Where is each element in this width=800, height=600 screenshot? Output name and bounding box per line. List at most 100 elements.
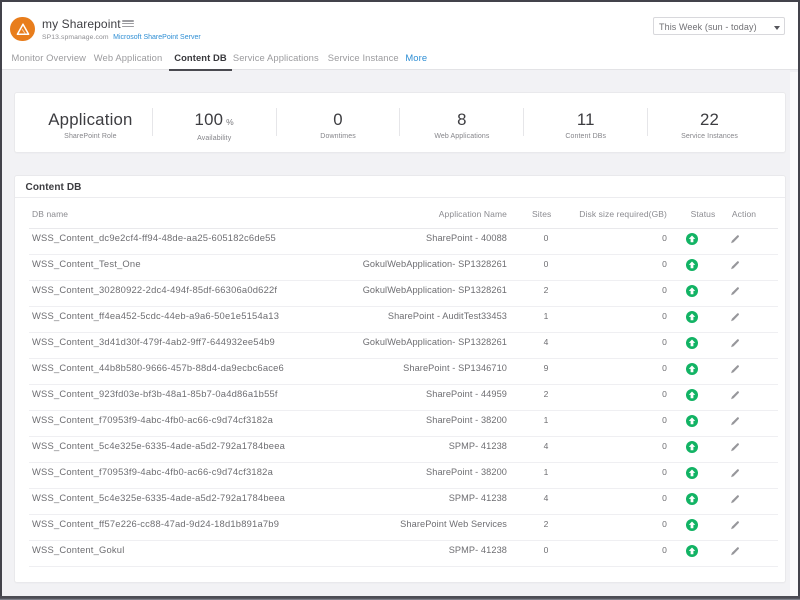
tab-service-instance[interactable]: Service Instance: [323, 48, 404, 71]
edit-pencil-icon[interactable]: [729, 337, 740, 348]
table-row: WSS_Content_ff4ea452-5cdc-44eb-a9a6-50e1…: [29, 306, 778, 332]
edit-pencil-icon[interactable]: [729, 545, 740, 556]
cell-db-name: WSS_Content_f70953f9-4abc-4fb0-ac66-c9d7…: [29, 462, 404, 488]
scrollbar-gutter: [790, 72, 798, 596]
cell-sites: 2: [532, 384, 564, 410]
cell-sites: 4: [532, 488, 564, 514]
cell-action: [722, 228, 778, 254]
status-up-icon: [686, 285, 698, 297]
table-row: WSS_Content_923fd03e-bf3b-48a1-85b7-0a4d…: [29, 384, 778, 410]
edit-pencil-icon[interactable]: [729, 415, 740, 426]
cell-sites: 1: [532, 306, 564, 332]
cell-db-name: WSS_Content_44b8b580-9666-457b-88d4-da9e…: [29, 358, 404, 384]
page-title: my Sharepoint: [42, 17, 121, 31]
cell-status: [670, 540, 722, 566]
cell-sites: 1: [532, 410, 564, 436]
table-row: WSS_Content_3d41d30f-479f-4ab2-9ff7-6449…: [29, 332, 778, 358]
cell-application-name: SPMP- 41238: [404, 436, 532, 462]
application-name-text: SPMP- 41238: [449, 437, 507, 456]
application-name-text: GokulWebApplication- SP1328261: [363, 333, 507, 352]
edit-pencil-icon[interactable]: [729, 493, 740, 504]
table-row: WSS_Content_GokulSPMP- 4123800: [29, 540, 778, 566]
edit-pencil-icon[interactable]: [729, 311, 740, 322]
cell-db-name: WSS_Content_5c4e325e-6335-4ade-a5d2-792a…: [29, 436, 404, 462]
cell-status: [670, 254, 722, 280]
cell-disk-size: 0: [564, 384, 670, 410]
time-period-dropdown[interactable]: This Week (sun - today): [653, 17, 785, 35]
application-name-text: SharePoint - AuditTest33453: [388, 307, 507, 326]
status-up-icon: [686, 415, 698, 427]
cell-disk-size: 0: [564, 462, 670, 488]
status-up-icon: [686, 519, 698, 531]
monitor-type-link[interactable]: Microsoft SharePoint Server: [113, 34, 201, 41]
edit-pencil-icon[interactable]: [729, 363, 740, 374]
cell-disk-size: 0: [564, 410, 670, 436]
table-row: WSS_Content_44b8b580-9666-457b-88d4-da9e…: [29, 358, 778, 384]
stat-value-suffix: %: [226, 117, 234, 127]
stat-downtimes: 0Downtimes: [276, 93, 400, 152]
application-name-text: SharePoint - 44959: [426, 385, 507, 404]
stat-value-text: 11: [577, 110, 595, 129]
cell-application-name: SPMP- 41238: [404, 488, 532, 514]
edit-pencil-icon[interactable]: [729, 467, 740, 478]
content-db-table: DB name Application Name Sites Disk size…: [29, 198, 778, 567]
status-up-icon: [686, 389, 698, 401]
stat-value: 11: [524, 111, 647, 129]
table-row: WSS_Content_5c4e325e-6335-4ade-a5d2-792a…: [29, 488, 778, 514]
column-header-disk-size: Disk size required(GB): [579, 209, 667, 219]
edit-pencil-icon[interactable]: [729, 389, 740, 400]
stat-content-dbs: 11 Content DBs: [523, 93, 647, 152]
cell-status: [670, 228, 722, 254]
cell-application-name: SharePoint - 38200: [404, 462, 532, 488]
cell-disk-size: 0: [564, 254, 670, 280]
application-name-text: SPMP- 41238: [449, 489, 507, 508]
app-window: my Sharepoint SP13.spmanage.com Microsof…: [0, 0, 800, 600]
cell-application-name: SharePoint - 44959: [404, 384, 532, 410]
status-up-icon: [686, 467, 698, 479]
edit-pencil-icon[interactable]: [729, 259, 740, 270]
stat-label: Content DBs: [524, 133, 647, 140]
table-row: WSS_Content_dc9e2cf4-ff94-48de-aa25-6051…: [29, 228, 778, 254]
edit-pencil-icon[interactable]: [729, 441, 740, 452]
cell-disk-size: 0: [564, 228, 670, 254]
cell-sites: 2: [532, 280, 564, 306]
content-db-card: Content DB DB name Application Name Site…: [14, 175, 786, 583]
tab-service-applications[interactable]: Service Applications: [228, 48, 324, 71]
stat-availability: 100%Availability: [152, 93, 276, 152]
hamburger-menu-icon[interactable]: [122, 20, 134, 28]
status-up-icon: [686, 233, 698, 245]
cell-disk-size: 0: [564, 306, 670, 332]
status-up-icon: [686, 337, 698, 349]
cell-sites: 0: [532, 540, 564, 566]
edit-pencil-icon[interactable]: [729, 233, 740, 244]
cell-action: [722, 332, 778, 358]
cell-action: [722, 410, 778, 436]
cell-disk-size: 0: [564, 488, 670, 514]
cell-sites: 2: [532, 514, 564, 540]
application-name-text: SharePoint - 38200: [426, 411, 507, 430]
application-name-text: SharePoint - SP1346710: [403, 359, 507, 378]
application-name-text: SPMP- 41238: [449, 541, 507, 560]
cell-action: [722, 436, 778, 462]
stat-value: 22: [648, 111, 771, 129]
tab-web-application[interactable]: Web Application: [89, 48, 168, 71]
cell-db-name: WSS_Content_ff4ea452-5cdc-44eb-a9a6-50e1…: [29, 306, 404, 332]
tab-content-db[interactable]: Content DB: [169, 48, 232, 71]
stat-value: 100%: [153, 111, 276, 131]
column-header-application: Application Name: [439, 209, 507, 219]
stat-label: Service Instances: [648, 133, 771, 140]
cell-action: [722, 254, 778, 280]
cell-status: [670, 384, 722, 410]
edit-pencil-icon[interactable]: [729, 519, 740, 530]
column-header-action: Action: [732, 209, 756, 219]
window-frame-bottom-edge: [0, 596, 800, 600]
cell-disk-size: 0: [564, 514, 670, 540]
cell-status: [670, 436, 722, 462]
tab-more[interactable]: More: [400, 48, 432, 71]
edit-pencil-icon[interactable]: [729, 285, 740, 296]
cell-disk-size: 0: [564, 358, 670, 384]
cell-sites: 4: [532, 332, 564, 358]
tab-monitor-overview[interactable]: Monitor Overview: [7, 48, 92, 71]
stat-service-instances: 22 Service Instances: [647, 93, 771, 152]
cell-action: [722, 488, 778, 514]
